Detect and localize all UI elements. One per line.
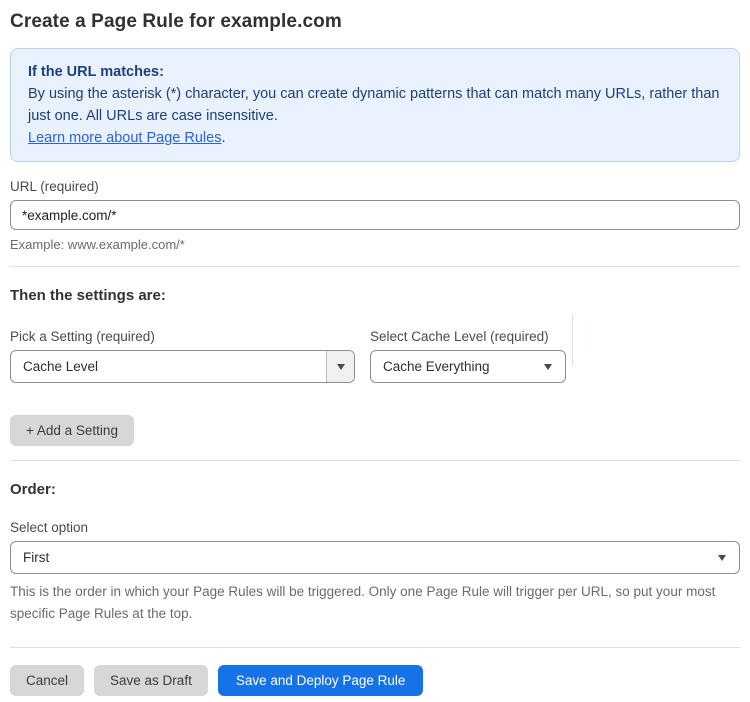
learn-more-link[interactable]: Learn more about Page Rules [28, 130, 221, 146]
url-example-hint: Example: www.example.com/* [10, 237, 185, 252]
order-select-label: Select option [10, 520, 89, 535]
cancel-button[interactable]: Cancel [10, 665, 85, 696]
form-actions: Cancel Save as Draft Save and Deploy Pag… [10, 665, 740, 696]
order-help-text: This is the order in which your Page Rul… [10, 584, 716, 621]
info-box-link-line: Learn more about Page Rules. [28, 127, 722, 149]
url-field-label: URL (required) [10, 179, 99, 194]
cache-level-select-label: Select Cache Level (required) [370, 329, 549, 344]
setting-select[interactable]: Cache Level [10, 350, 355, 383]
info-box-body: By using the asterisk (*) character, you… [28, 86, 720, 124]
link-suffix: . [221, 130, 226, 146]
order-section-heading: Order: [10, 481, 56, 498]
settings-section-heading: Then the settings are: [10, 287, 166, 304]
order-select-value: First [23, 550, 50, 565]
add-setting-button[interactable]: + Add a Setting [10, 415, 134, 446]
cache-level-select-value: Cache Everything [383, 359, 490, 374]
page-title: Create a Page Rule for example.com [10, 11, 342, 32]
info-box-heading: If the URL matches: [28, 64, 164, 80]
chevron-down-icon [544, 363, 552, 370]
section-divider [10, 266, 740, 267]
section-divider [10, 647, 740, 648]
dropdown-arrow-button[interactable] [326, 351, 354, 382]
order-select[interactable]: First [10, 541, 740, 574]
chevron-down-icon [336, 363, 345, 370]
url-matches-info-box: If the URL matches: By using the asteris… [10, 48, 740, 162]
save-and-deploy-button[interactable]: Save and Deploy Page Rule [217, 665, 424, 696]
section-divider [10, 460, 740, 461]
chevron-down-icon [718, 554, 726, 561]
page-rule-form: Create a Page Rule for example.com If th… [0, 11, 750, 696]
save-as-draft-button[interactable]: Save as Draft [94, 665, 208, 696]
setting-group-separator [572, 314, 573, 366]
setting-select-value: Cache Level [23, 359, 99, 374]
cache-level-select[interactable]: Cache Everything [370, 350, 566, 383]
setting-select-group: Pick a Setting (required) Cache Level [10, 304, 355, 383]
settings-row: Pick a Setting (required) Cache Level Se… [10, 304, 740, 383]
url-input[interactable] [10, 200, 740, 230]
cache-level-select-group: Select Cache Level (required) Cache Ever… [370, 304, 566, 383]
setting-select-label: Pick a Setting (required) [10, 329, 155, 344]
